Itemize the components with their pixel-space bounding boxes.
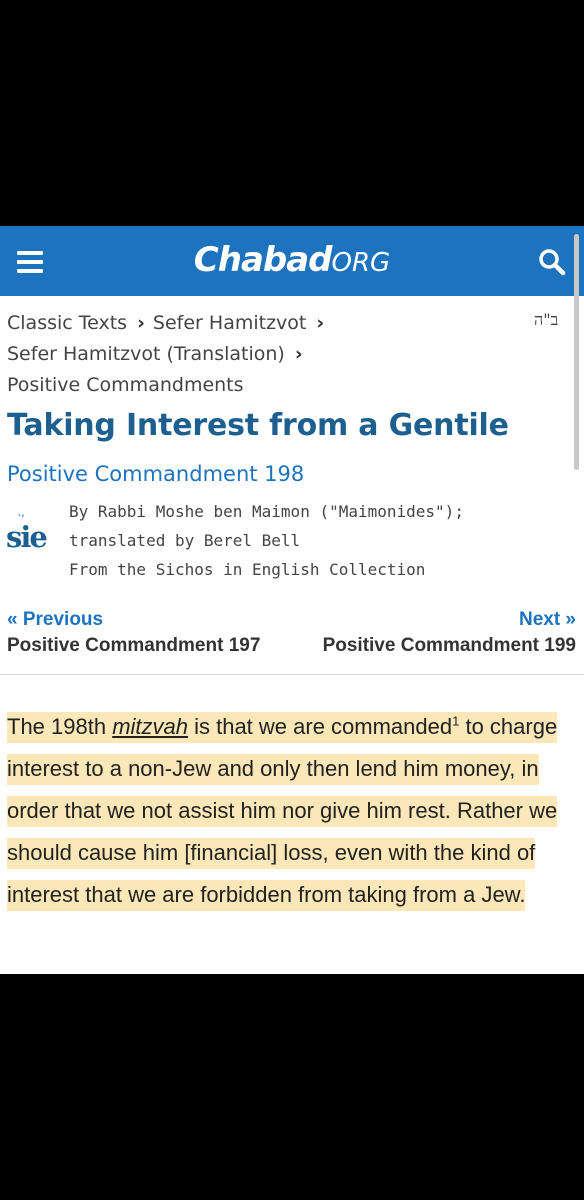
browser-viewport: ChabadORG Classic Texts › Sefer Hamitzvot ›… (0, 226, 584, 974)
previous-target: Positive Commandment 197 (7, 635, 261, 656)
paragraph-text-end: to charge interest to a non-Jew and only… (7, 714, 558, 907)
paragraph-text-middle: is that we are commanded (187, 714, 453, 739)
breadcrumb-sefer-hamitzvot[interactable]: Sefer Hamitzvot (153, 312, 306, 334)
breadcrumb: Classic Texts › Sefer Hamitzvot › Sefer Ham… (7, 308, 527, 401)
article-paragraph: The 198th mitzvah is that we are command… (7, 706, 567, 916)
site-logo[interactable]: ChabadORG (0, 240, 584, 280)
search-icon (539, 249, 566, 276)
hebrew-mark: ב"ה (534, 310, 559, 329)
previous-label: « Previous (7, 609, 104, 630)
next-target: Positive Commandment 199 (322, 635, 576, 656)
page-subtitle: Positive Commandment 198 (7, 462, 305, 486)
byline-collection[interactable]: From the Sichos in English Collection (69, 555, 464, 584)
paragraph-text-start: The 198th (7, 714, 113, 739)
breadcrumb-translation[interactable]: Sefer Hamitzvot (Translation) (7, 343, 285, 365)
sie-logo[interactable]: ‵′ sie (6, 512, 48, 560)
chevron-right-icon: › (316, 312, 325, 334)
page-title: Taking Interest from a Gentile (7, 408, 509, 443)
byline-author: By Rabbi Moshe ben Maimon ("Maimonides")… (69, 502, 464, 521)
search-button[interactable] (534, 244, 570, 280)
byline: By Rabbi Moshe ben Maimon ("Maimonides")… (69, 497, 464, 584)
next-link[interactable]: Next » Positive Commandment 199 (323, 608, 576, 660)
site-header: ChabadORG (0, 226, 584, 296)
byline-translator: translated by Berel Bell (69, 531, 301, 550)
mitzvah-term-link[interactable]: mitzvah (112, 714, 188, 739)
next-label: Next » (518, 609, 576, 630)
chevron-right-icon: › (294, 343, 303, 365)
divider (0, 674, 584, 675)
breadcrumb-classic-texts[interactable]: Classic Texts (7, 312, 127, 334)
logo-suffix: ORG (331, 248, 391, 278)
chevron-right-icon: › (137, 312, 145, 334)
breadcrumb-positive-commandments[interactable]: Positive Commandments (7, 374, 244, 396)
highlighted-text: The 198th mitzvah is that we are command… (7, 712, 558, 911)
sie-logo-text: sie (6, 520, 48, 554)
logo-brand: Chabad (193, 240, 333, 280)
previous-link[interactable]: « Previous Positive Commandment 197 (7, 608, 260, 660)
